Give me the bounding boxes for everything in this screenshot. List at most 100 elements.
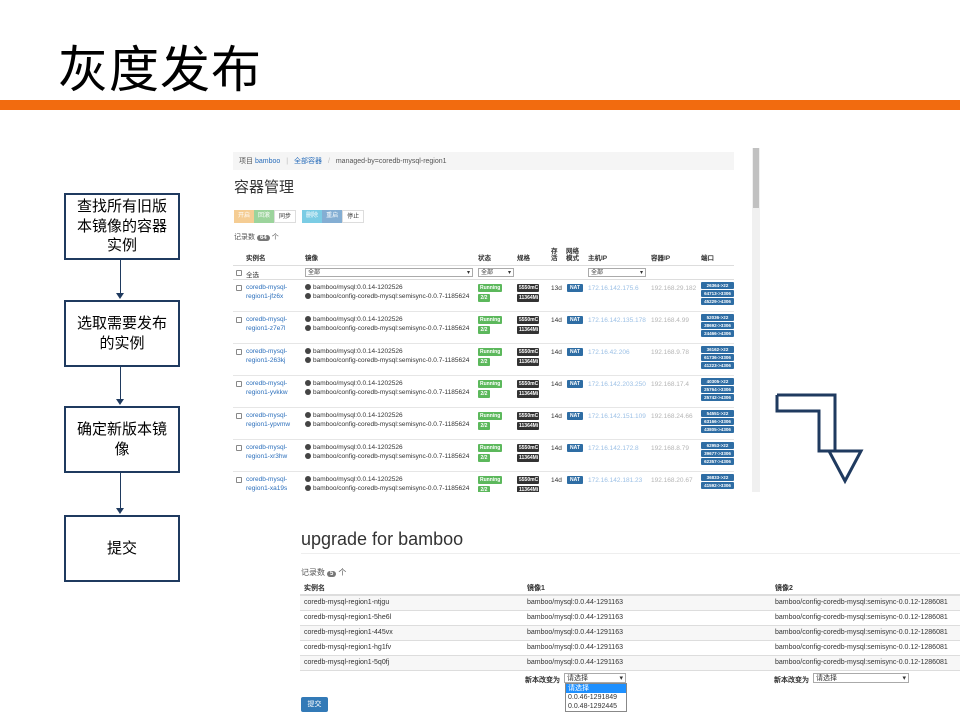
port-badge: 63166->3306 <box>701 418 734 425</box>
col-image2: 镜像2 <box>775 585 793 592</box>
slide-title: 灰度发布 <box>58 41 262 99</box>
dropdown-option[interactable]: 0.0.48-1292445 <box>566 702 626 711</box>
image-status-icon <box>305 380 311 386</box>
net-badge: NAT <box>567 476 583 484</box>
container-ip: 192.168.24.66 <box>651 413 693 420</box>
ready-badge: 2/2 <box>478 486 490 492</box>
row-checkbox[interactable] <box>236 349 242 355</box>
image-cell: bamboo/mysql:0.0.14-1202526 bamboo/config… <box>305 315 469 334</box>
scrollbar-thumb[interactable] <box>753 148 759 208</box>
image1: bamboo/mysql:0.0.14-1202526 <box>313 348 403 355</box>
table-row: coredb-mysql-region1-hg1fv bamboo/mysql:0… <box>300 641 960 656</box>
breadcrumb-all-containers[interactable]: 全部容器 <box>294 158 322 165</box>
container-ip: 192.168.4.99 <box>651 317 689 324</box>
row-checkbox[interactable] <box>236 477 242 483</box>
net-cell: NAT <box>567 348 583 358</box>
instance-name-line[interactable]: region1-xr3hw <box>246 452 287 461</box>
net-badge: NAT <box>567 316 583 324</box>
table-row: coredb-mysql-region1-5q0fj bamboo/mysql:0… <box>300 656 960 671</box>
instance-link[interactable]: coredb-mysql-region1-xa19s <box>246 475 287 492</box>
instance-link[interactable]: coredb-mysql-region1-jfz6x <box>246 283 287 302</box>
col-status: 状态 <box>478 254 491 262</box>
breadcrumb-project[interactable]: bamboo <box>255 158 280 165</box>
age-value: 14d <box>551 317 562 324</box>
delete-button[interactable]: 删除 <box>302 210 323 223</box>
status-filter-select[interactable]: 全部 <box>478 268 514 277</box>
port-badge: 41592->3306 <box>701 482 734 489</box>
container-ip: 192.168.8.79 <box>651 445 689 452</box>
image-status-icon <box>305 485 311 492</box>
image2-version-select[interactable]: 请选择 <box>813 673 909 683</box>
col-age: 存活 <box>551 247 558 262</box>
row-checkbox[interactable] <box>236 445 242 451</box>
instance-name-line[interactable]: coredb-mysql- <box>246 443 287 452</box>
breadcrumb: 项目 bamboo | 全部容器 / managed-by=coredb-mys… <box>233 152 734 170</box>
spec-cell: 5550mC 11364Mi <box>517 348 539 368</box>
row-checkbox[interactable] <box>236 317 242 323</box>
image1-version-select[interactable]: 请选择 <box>564 673 626 683</box>
host-ip: 172.16.42.206 <box>588 349 630 356</box>
instance-name-line[interactable]: coredb-mysql- <box>246 411 290 420</box>
instance-name-line[interactable]: region1-ypvmw <box>246 420 290 429</box>
row-checkbox[interactable] <box>236 285 242 291</box>
ports-cell: 54551->22 63166->3306 43805->4306 <box>701 410 734 434</box>
instance-name-line[interactable]: region1-263kj <box>246 356 287 365</box>
ports-cell: 26364->22 64713->3306 45229->4306 <box>701 282 734 306</box>
ready-badge: 2/2 <box>478 422 490 430</box>
instance-link[interactable]: coredb-mysql-region1-yvkkw <box>246 379 288 398</box>
instance-link[interactable]: coredb-mysql-region1-z7e7l <box>246 315 287 334</box>
image-status-icon <box>305 325 311 332</box>
ready-badge: 2/2 <box>478 326 490 334</box>
image-status-icon <box>305 453 311 460</box>
status-cell: Running 2/2 <box>478 380 502 400</box>
sync-button[interactable]: 同步 <box>274 210 297 223</box>
spec-cell: 5550mC 11364Mi <box>517 412 539 432</box>
instance-name-line[interactable]: region1-z7e7l <box>246 324 287 333</box>
instance-link[interactable]: coredb-mysql-region1-ypvmw <box>246 411 290 430</box>
select-all-checkbox[interactable] <box>236 270 242 276</box>
cpu-badge: 5550mC <box>517 380 539 388</box>
net-badge: NAT <box>567 444 583 452</box>
instance-link[interactable]: coredb-mysql-region1-263kj <box>246 347 287 366</box>
restart-button[interactable]: 重启 <box>322 210 343 223</box>
table-row: coredb-mysql-region1-jfz6x bamboo/mysql:0… <box>233 280 734 312</box>
instance-name-line[interactable]: coredb-mysql- <box>246 475 287 484</box>
ports-cell: 40305->22 25764->3306 25742->4306 <box>701 378 734 402</box>
image1: bamboo/mysql:0.0.14-1202526 <box>313 284 403 291</box>
dropdown-option[interactable]: 0.0.46-1291849 <box>566 693 626 702</box>
instance-name-line[interactable]: coredb-mysql- <box>246 347 287 356</box>
spec-cell: 5550mC 11364Mi <box>517 476 539 492</box>
start-button[interactable]: 开启 <box>234 210 255 223</box>
instance-link[interactable]: coredb-mysql-region1-xr3hw <box>246 443 287 462</box>
rollback-button[interactable]: 回滚 <box>254 210 275 223</box>
image-status-icon <box>305 412 311 418</box>
submit-button[interactable]: 提交 <box>301 697 328 712</box>
cpu-badge: 5550mC <box>517 284 539 292</box>
container-ip: 192.168.17.4 <box>651 381 689 388</box>
stop-button[interactable]: 停止 <box>342 210 365 223</box>
image-filter-select[interactable]: 全部 <box>305 268 473 277</box>
ready-badge: 2/2 <box>478 390 490 398</box>
host-ip-filter-select[interactable]: 全部 <box>588 268 646 277</box>
instance-name-line[interactable]: region1-yvkkw <box>246 388 288 397</box>
image2: bamboo/config-coredb-mysql:semisync-0.0.… <box>313 293 470 301</box>
image-cell: bamboo/mysql:0.0.14-1202526 bamboo/config… <box>305 443 469 462</box>
instance-name-line[interactable]: coredb-mysql- <box>246 379 288 388</box>
version-change-row: 新本改变为 请选择 新本改变为 请选择 <box>300 671 960 687</box>
table-row: coredb-mysql-region1-xr3hw bamboo/mysql:0… <box>233 440 734 472</box>
spec-cell: 5550mC 11364Mi <box>517 380 539 400</box>
image-status-icon <box>305 444 311 450</box>
instance-name: coredb-mysql-region1-445vx <box>304 629 393 636</box>
status-badge: Running <box>478 444 502 452</box>
instance-name-line[interactable]: coredb-mysql- <box>246 315 287 324</box>
table-row: coredb-mysql-region1-263kj bamboo/mysql:0… <box>233 344 734 376</box>
instance-name-line[interactable]: coredb-mysql- <box>246 283 287 292</box>
row-checkbox[interactable] <box>236 381 242 387</box>
dropdown-option[interactable]: 请选择 <box>566 684 626 693</box>
instance-name-line[interactable]: region1-jfz6x <box>246 292 287 301</box>
instance-name-line[interactable]: region1-xa19s <box>246 484 287 492</box>
scrollbar[interactable] <box>752 148 760 492</box>
row-checkbox[interactable] <box>236 413 242 419</box>
table-row: coredb-mysql-region1-5he6l bamboo/mysql:0… <box>300 611 960 626</box>
mem-badge: 11364Mi <box>517 294 539 302</box>
